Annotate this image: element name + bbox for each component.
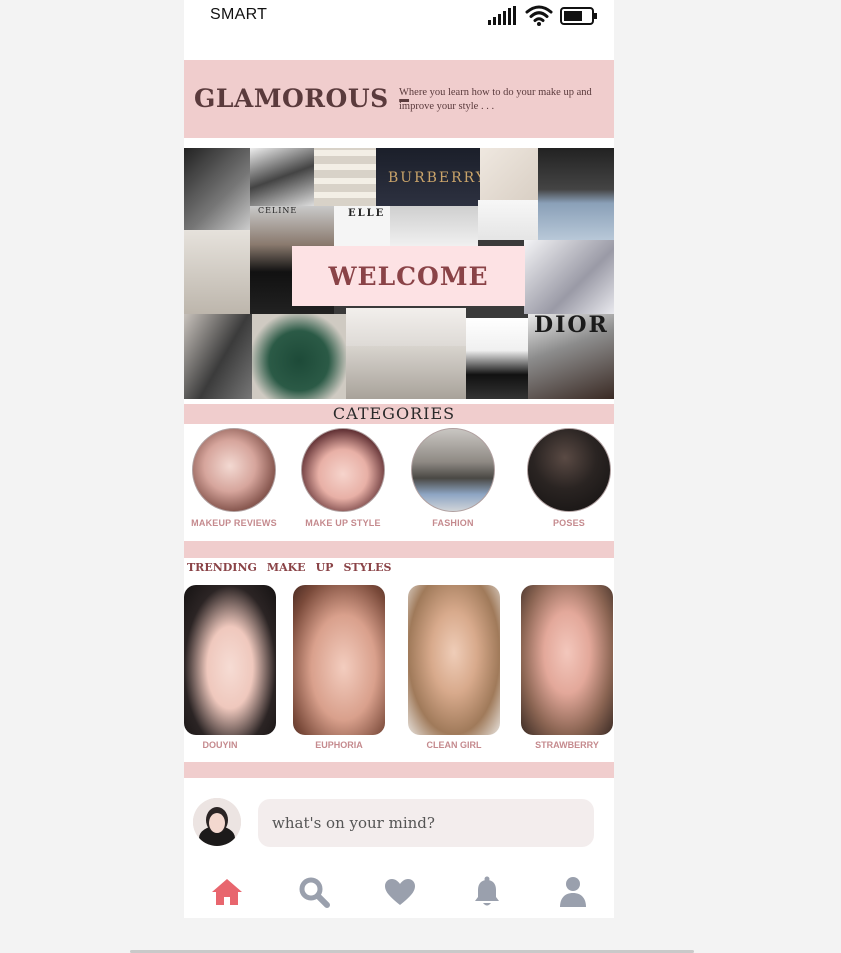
category-label: MAKEUP REVIEWS (191, 518, 277, 528)
welcome-box: WELCOME (292, 246, 525, 306)
bell-icon (475, 876, 499, 906)
avatar-image (193, 798, 241, 846)
category-image (301, 428, 385, 512)
divider-band (184, 762, 614, 778)
collage-photo: ELLE (334, 206, 390, 246)
heart-icon (385, 879, 415, 905)
trend-label: STRAWBERRY (535, 740, 599, 750)
collage-photo (184, 314, 252, 399)
nav-profile[interactable] (555, 874, 591, 910)
collage-photo: BURBERRY (376, 148, 480, 206)
phone-screen: SMART GLAMOROUS – Where you learn how to… (184, 0, 614, 918)
home-icon (212, 879, 242, 905)
elle-print: ELLE (348, 208, 386, 219)
collage-photo (466, 318, 528, 399)
category-label: POSES (552, 518, 585, 528)
app-header: GLAMOROUS – Where you learn how to do yo… (184, 60, 614, 138)
trend-image (521, 585, 613, 735)
trending-word: TRENDING (187, 561, 257, 574)
trend-image (184, 585, 276, 735)
status-input[interactable] (258, 799, 594, 847)
trend-label: EUPHORIA (315, 740, 363, 750)
trend-clean-girl[interactable]: CLEAN GIRL (408, 585, 500, 750)
carrier-name: SMART (210, 6, 268, 23)
trending-word: UP (315, 561, 334, 574)
wifi-icon (525, 5, 553, 26)
category-image (192, 428, 276, 512)
trend-douyin[interactable]: DOUYIN (184, 585, 276, 750)
nav-favorites[interactable] (382, 874, 418, 910)
collage-photo (314, 148, 376, 206)
battery-icon (560, 7, 597, 25)
category-fashion[interactable]: FASHION (398, 428, 508, 528)
collage-photo (184, 230, 250, 314)
collage-photo (390, 206, 478, 246)
trend-euphoria[interactable]: EUPHORIA (293, 585, 385, 750)
collage-photo (478, 200, 538, 240)
category-image (527, 428, 611, 512)
search-icon (299, 877, 330, 908)
trend-label: DOUYIN (202, 740, 238, 750)
welcome-title: WELCOME (328, 261, 489, 291)
categories-title: CATEGORIES (332, 404, 456, 423)
collage-photo (250, 148, 314, 206)
brand-title: GLAMOROUS – (194, 84, 411, 113)
collage-photo (184, 148, 250, 230)
collage-photo (480, 148, 538, 200)
collage-photo (346, 308, 466, 346)
nav-home[interactable] (209, 874, 245, 910)
nav-search[interactable] (296, 874, 332, 910)
category-image (411, 428, 495, 512)
category-makeup-style[interactable]: MAKE UP STYLE (288, 428, 398, 528)
burberry-print: BURBERRY (388, 170, 480, 186)
collage-photo (346, 346, 466, 399)
category-label: MAKE UP STYLE (305, 518, 381, 528)
avatar[interactable] (193, 798, 241, 846)
trending-word: MAKE (266, 561, 306, 574)
status-bar: SMART (184, 0, 614, 36)
brand-tagline: Where you learn how to do your make up a… (399, 87, 592, 112)
signal-icon (488, 6, 516, 25)
trend-image (408, 585, 500, 735)
trending-word: STYLES (343, 561, 392, 574)
collage-photo (252, 314, 346, 399)
category-label: FASHION (432, 518, 474, 528)
celine-print: CÉLINE (258, 206, 298, 215)
trending-band (184, 541, 614, 558)
category-poses[interactable]: POSES (514, 428, 614, 528)
profile-icon (560, 877, 586, 907)
dior-print: DIOR (534, 314, 609, 338)
trend-image (293, 585, 385, 735)
collage-photo (524, 240, 614, 314)
nav-notifications[interactable] (469, 874, 505, 910)
trend-label: CLEAN GIRL (426, 740, 482, 750)
collage-photo (538, 148, 614, 240)
collage-photo: DIOR (528, 314, 614, 399)
category-makeup-reviews[interactable]: MAKEUP REVIEWS (184, 428, 289, 528)
trending-heading: TRENDING MAKE UP STYLES (187, 561, 401, 574)
welcome-banner[interactable]: BURBERRY CÉLINE ELLE DIOR WELCOME (184, 148, 614, 399)
trend-strawberry[interactable]: STRAWBERRY (521, 585, 613, 750)
